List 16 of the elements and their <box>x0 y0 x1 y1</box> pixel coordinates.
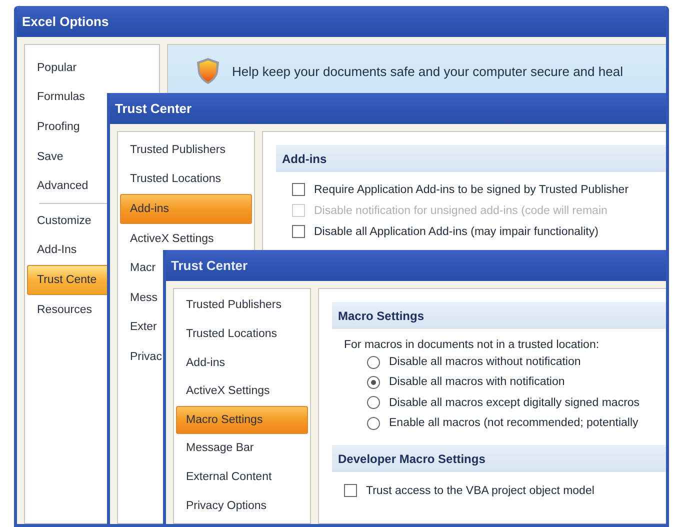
radio-label: Disable all macros without notification <box>389 356 581 368</box>
banner-text: Help keep your documents safe and your computer secure and heal <box>232 64 623 78</box>
intro-text: For macros in documents not in a trusted location: <box>343 338 600 351</box>
section-header: Add-ins <box>276 145 666 172</box>
window-title: Trust Center <box>171 258 248 273</box>
section-header: Developer Macro Settings <box>332 445 666 472</box>
checkbox-label: Trust access to the VBA project object model <box>366 484 594 497</box>
radio-label: Disable all macros with notification <box>389 376 565 388</box>
checkbox-label: Require Application Add-ins to be signed by Trusted Publisher <box>314 184 629 196</box>
checkbox-label: Disable notification for unsigned add-ins (code will remain <box>314 204 608 216</box>
window-title: Trust Center <box>115 101 192 116</box>
radio-label: Disable all macros except digitally signed macros <box>389 396 640 409</box>
section-header: Macro Settings <box>332 302 666 329</box>
checkbox-label: Disable all Application Add-ins (may impair functionality) <box>314 226 598 238</box>
window-title: Excel Options <box>22 14 109 29</box>
radio-label: Enable all macros (not recommended; potentially <box>389 417 638 430</box>
